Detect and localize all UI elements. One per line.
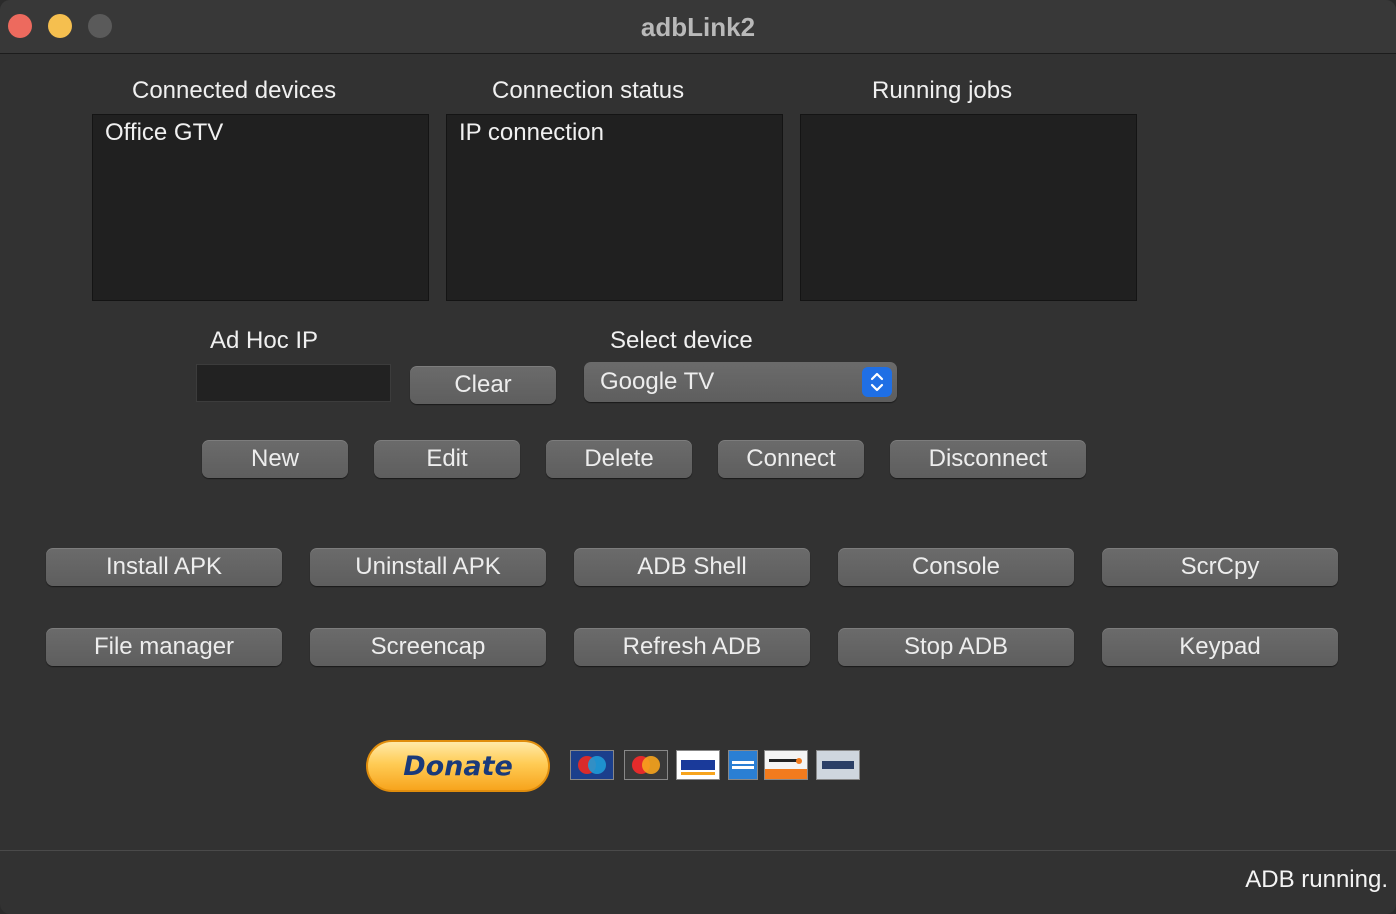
list-item[interactable]: IP connection: [459, 119, 604, 147]
delete-button[interactable]: Delete: [546, 440, 692, 478]
new-button[interactable]: New: [202, 440, 348, 478]
adb-shell-button[interactable]: ADB Shell: [574, 548, 810, 586]
window-title: adbLink2: [640, 12, 756, 42]
keypad-button[interactable]: Keypad: [1102, 628, 1338, 666]
running-jobs-list[interactable]: [800, 114, 1137, 301]
running-jobs-label: Running jobs: [872, 77, 1013, 104]
connection-status-list[interactable]: IP connection: [446, 114, 783, 301]
select-device-value: Google TV: [600, 368, 715, 395]
console-button[interactable]: Console: [838, 548, 1074, 586]
mastercard-card-icon: [624, 750, 668, 780]
connected-devices-list[interactable]: Office GTV: [92, 114, 429, 301]
bank-card-icon: [816, 750, 860, 780]
maestro-card-icon: [570, 750, 614, 780]
app-window: adbLink2 Connected devices Connection st…: [0, 0, 1396, 914]
status-text: ADB running.: [1245, 866, 1388, 893]
file-manager-button[interactable]: File manager: [46, 628, 282, 666]
title-bar: adbLink2: [0, 0, 1396, 54]
uninstall-apk-button[interactable]: Uninstall APK: [310, 548, 546, 586]
refresh-adb-button[interactable]: Refresh ADB: [574, 628, 810, 666]
adhoc-ip-input[interactable]: [196, 364, 391, 402]
connect-button[interactable]: Connect: [718, 440, 864, 478]
install-apk-button[interactable]: Install APK: [46, 548, 282, 586]
connection-status-label: Connection status: [492, 77, 685, 104]
disconnect-button[interactable]: Disconnect: [890, 440, 1086, 478]
status-separator: [0, 850, 1396, 851]
connected-devices-label: Connected devices: [132, 77, 337, 104]
select-device-label: Select device: [610, 327, 753, 354]
discover-card-icon: [764, 750, 808, 780]
clear-button[interactable]: Clear: [410, 366, 556, 404]
visa-card-icon: [676, 750, 720, 780]
amex-card-icon: [728, 750, 758, 780]
stop-adb-button[interactable]: Stop ADB: [838, 628, 1074, 666]
screencap-button[interactable]: Screencap: [310, 628, 546, 666]
chevron-updown-icon: [862, 367, 892, 397]
select-device-dropdown[interactable]: Google TV: [584, 362, 897, 402]
donate-label: Donate: [403, 750, 513, 782]
scrcpy-button[interactable]: ScrCpy: [1102, 548, 1338, 586]
donate-button[interactable]: Donate: [366, 740, 550, 792]
adhoc-ip-label: Ad Hoc IP: [210, 327, 319, 354]
list-item[interactable]: Office GTV: [105, 119, 223, 147]
edit-button[interactable]: Edit: [374, 440, 520, 478]
